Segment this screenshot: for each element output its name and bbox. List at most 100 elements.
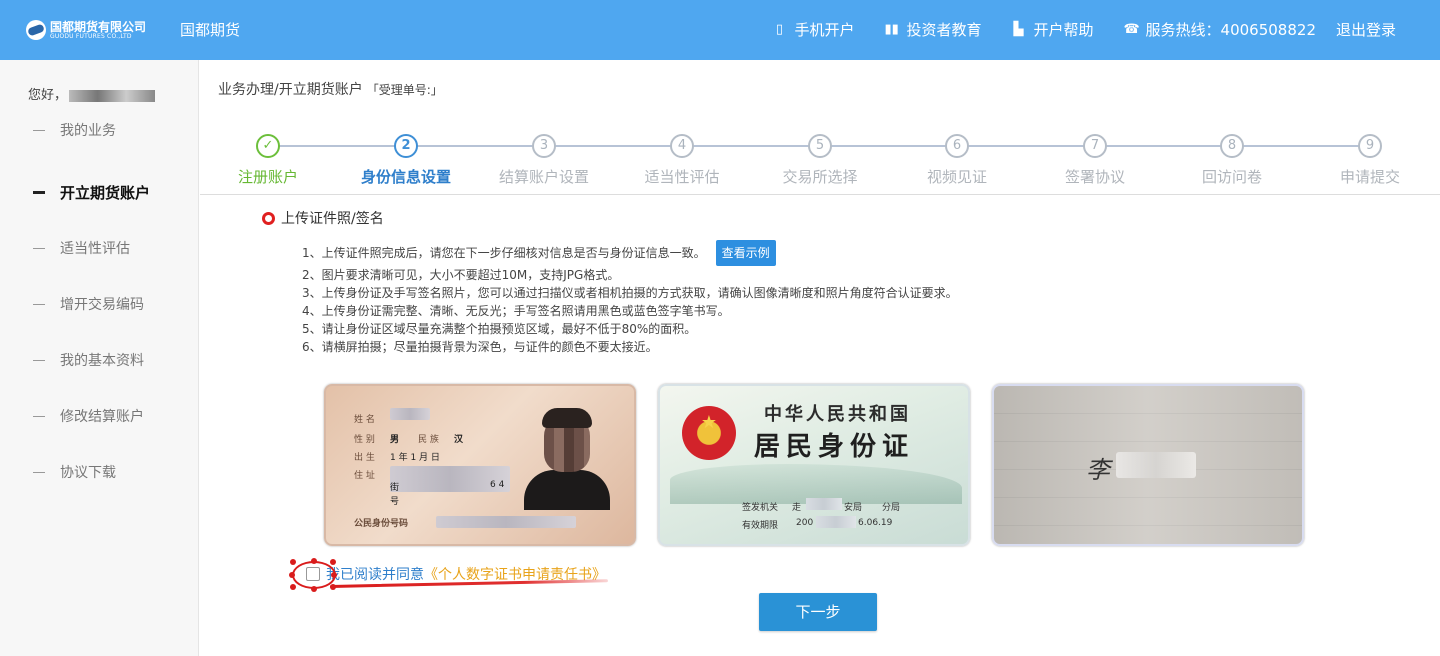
national-emblem-icon — [682, 406, 736, 460]
section-title-text: 上传证件照/签名 — [281, 211, 384, 227]
signature-strokes: 李 — [1086, 456, 1110, 484]
check-icon: ✓ — [256, 134, 280, 158]
step-followup-survey: 8 回访问卷 — [1172, 134, 1292, 187]
step-number: 5 — [808, 134, 832, 158]
id-back-title1: 中华人民共和国 — [764, 404, 911, 425]
sidebar-item-label: 修改结算账户 — [60, 409, 144, 425]
masked-name — [390, 408, 430, 420]
nav-investor-education[interactable]: ▮▮ 投资者教育 — [885, 19, 982, 40]
id-name-label: 姓 名 — [354, 415, 375, 425]
sidebar-item-add-trading-code[interactable]: 增开交易编码 — [0, 276, 199, 332]
sidebar-item-label: 协议下载 — [60, 465, 116, 481]
step-number: 2 — [394, 134, 418, 158]
sidebar-item-open-futures-account[interactable]: 开立期货账户 — [0, 164, 199, 220]
radio-dot-icon — [262, 211, 275, 225]
id-address-label: 住 址 — [354, 471, 375, 481]
sidebar-item-basic-info[interactable]: 我的基本资料 — [0, 332, 199, 388]
id-back-title2: 居民身份证 — [754, 432, 915, 462]
phone-icon: ☎ — [1123, 22, 1140, 37]
sidebar: 您好， 我的业务 开立期货账户 适当性评估 增开交易编码 我的基本资料 修改结算… — [0, 60, 199, 656]
nav-account-help[interactable]: ▙ 开户帮助 — [1012, 19, 1094, 40]
id-portrait — [524, 408, 610, 510]
rule-item: 2、图片要求清晰可见，大小不要超过10M，支持JPG格式。 — [302, 268, 620, 282]
upload-rules: 1、上传证件照完成后，请您在下一步仔细核对信息是否与身份证信息一致。 查看示例 … — [302, 240, 958, 356]
id-authority-value-head: 走 — [792, 503, 802, 513]
step-label: 回访问卷 — [1201, 168, 1262, 186]
step-label: 身份信息设置 — [360, 168, 451, 186]
rule-item: 1、上传证件照完成后，请您在下一步仔细核对信息是否与身份证信息一致。 查看示例 — [302, 240, 958, 266]
sidebar-item-modify-settlement[interactable]: 修改结算账户 — [0, 388, 199, 444]
company-logo[interactable]: 国都期货有限公司 GUODU FUTURES CO.,LTD — [26, 18, 146, 42]
masked-username — [69, 89, 156, 102]
rule-item: 5、请让身份证区域尽量充满整个拍摄预览区域，最好不低于80%的面积。 — [302, 322, 697, 336]
rule-item: 6、请横屏拍摄；尽量拍摄背景为深色，与证件的颜色不要太接近。 — [302, 340, 658, 354]
logout-link[interactable]: 退出登录 — [1336, 19, 1396, 40]
sidebar-item-label: 增开交易编码 — [60, 297, 144, 313]
dash-icon — [33, 248, 45, 249]
step-label: 视频见证 — [926, 168, 987, 186]
id-ethnic-value: 汉 — [454, 435, 464, 445]
id-number-label: 公民身份号码 — [354, 519, 409, 529]
dash-icon — [33, 304, 45, 305]
step-label: 签署协议 — [1064, 168, 1125, 186]
step-number: 9 — [1358, 134, 1382, 158]
top-header: 国都期货有限公司 GUODU FUTURES CO.,LTD 国都期货 ▯ 手机… — [0, 0, 1440, 60]
nav-label: 手机开户 — [794, 21, 855, 39]
step-sign-agreement: 7 签署协议 — [1035, 134, 1155, 187]
step-number: 6 — [945, 134, 969, 158]
nav-mobile-open-account[interactable]: ▯ 手机开户 — [773, 19, 855, 40]
nav-label: 投资者教育 — [906, 21, 982, 39]
step-number: 4 — [670, 134, 694, 158]
logo-en-text: GUODU FUTURES CO.,LTD — [50, 33, 132, 40]
mobile-icon: ▯ — [775, 22, 784, 37]
greeting-text: 您好， — [28, 88, 68, 103]
step-label: 注册账户 — [237, 168, 298, 186]
breadcrumb: 业务办理/开立期货账户 「受理单号:」 — [218, 79, 443, 99]
progress-steps: ✓ 注册账户 2 身份信息设置 3 结算账户设置 4 适当性评估 5 交易所选择… — [200, 119, 1440, 195]
header-nav: ▯ 手机开户 ▮▮ 投资者教育 ▙ 开户帮助 ☎ 服务热线：4006508822… — [773, 19, 1396, 40]
id-sex-label: 性 别 — [354, 435, 375, 445]
next-step-button[interactable]: 下一步 — [759, 593, 877, 631]
masked-authority — [806, 498, 842, 510]
brand-name[interactable]: 国都期货 — [180, 19, 240, 40]
id-ethnic-label: 民 族 — [418, 435, 439, 445]
dash-icon — [33, 416, 45, 417]
step-submit-application: 9 申请提交 — [1310, 134, 1430, 187]
sidebar-item-suitability[interactable]: 适当性评估 — [0, 220, 199, 276]
dash-icon — [33, 130, 45, 131]
step-label: 交易所选择 — [782, 168, 858, 186]
sidebar-menu: 我的业务 开立期货账户 适当性评估 增开交易编码 我的基本资料 修改结算账户 协… — [0, 122, 199, 500]
sidebar-item-my-business[interactable]: 我的业务 — [0, 122, 199, 139]
masked-signature — [1116, 452, 1196, 478]
step-exchange-selection: 5 交易所选择 — [760, 134, 880, 187]
step-settlement-account: 3 结算账户设置 — [484, 134, 604, 187]
id-address-line3: 号 — [390, 497, 400, 507]
dash-icon — [33, 191, 45, 194]
id-address-line2: 街 — [390, 483, 400, 493]
step-number: 3 — [532, 134, 556, 158]
dash-icon — [33, 472, 45, 473]
sidebar-item-label: 我的业务 — [60, 123, 116, 139]
rule-text: 1、上传证件照完成后，请您在下一步仔细核对信息是否与身份证信息一致。 — [302, 246, 706, 260]
rule-item: 4、上传身份证需完整、清晰、无反光；手写签名照请用黑色或蓝色签字笔书写。 — [302, 304, 730, 318]
sidebar-item-label: 开立期货账户 — [60, 183, 151, 202]
id-valid-value-head: 200 — [796, 518, 814, 528]
signature-upload[interactable]: 李 — [992, 384, 1304, 546]
step-number: 7 — [1083, 134, 1107, 158]
dash-icon — [33, 360, 45, 361]
book-icon: ▙ — [1013, 22, 1024, 37]
step-label: 申请提交 — [1339, 168, 1400, 186]
step-identity-info: 2 身份信息设置 — [346, 134, 466, 187]
id-valid-value-tail: 6.06.19 — [858, 518, 893, 528]
masked-id-number — [436, 516, 576, 528]
id-card-back-upload[interactable]: 中华人民共和国 居民身份证 签发机关 走 安局 分局 有效期限 200 6.06… — [658, 384, 970, 546]
id-card-front-upload[interactable]: 姓 名 性 别 男 民 族 汉 出 生 1 年 1 月 日 住 址 街 6 4 … — [324, 384, 636, 546]
user-greeting: 您好， — [28, 84, 156, 103]
sidebar-item-agreement-download[interactable]: 协议下载 — [0, 444, 199, 500]
books-icon: ▮▮ — [884, 22, 899, 37]
rule-item: 3、上传身份证及手写签名照片，您可以通过扫描仪或者相机拍摄的方式获取，请确认图像… — [302, 286, 958, 300]
agreement-text: 我已阅读并同意 — [326, 567, 424, 583]
breadcrumb-path[interactable]: 业务办理/开立期货账户 — [218, 82, 363, 98]
id-birth-value: 1 年 1 月 日 — [390, 453, 440, 463]
view-example-button[interactable]: 查看示例 — [715, 240, 776, 266]
